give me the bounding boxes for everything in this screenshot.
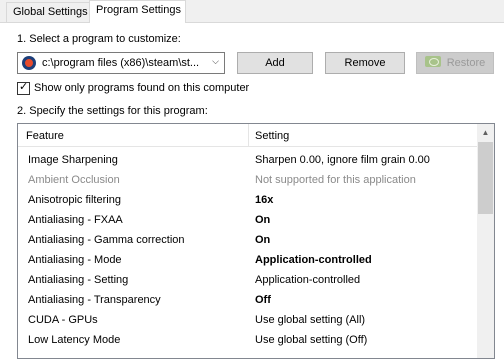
setting-cell[interactable]: Use global setting (All): [255, 314, 365, 326]
remove-button[interactable]: Remove: [325, 52, 405, 74]
program-settings-panel: 1. Select a program to customize: c:\pro…: [0, 22, 504, 360]
chevron-down-icon[interactable]: ⌵: [212, 56, 219, 67]
feature-cell: Low Latency Mode: [28, 334, 121, 346]
table-row[interactable]: Antialiasing - Setting Application-contr…: [18, 271, 478, 291]
scrollbar-thumb[interactable]: [478, 142, 493, 214]
restore-button[interactable]: Restore: [416, 52, 494, 74]
checkmark-icon: ✓: [19, 81, 29, 93]
select-program-label: 1. Select a program to customize:: [17, 33, 181, 45]
setting-cell: Not supported for this application: [255, 174, 416, 186]
column-header-feature[interactable]: Feature: [26, 130, 64, 142]
setting-cell[interactable]: Off: [255, 294, 271, 306]
program-select-value: c:\program files (x86)\steam\st...: [42, 57, 200, 69]
table-row[interactable]: Antialiasing - Mode Application-controll…: [18, 251, 478, 271]
feature-cell: Anisotropic filtering: [28, 194, 121, 206]
specify-settings-label: 2. Specify the settings for this program…: [17, 105, 208, 117]
table-row[interactable]: Image Sharpening Sharpen 0.00, ignore fi…: [18, 151, 478, 171]
vertical-scrollbar[interactable]: ▲: [477, 124, 494, 358]
nvidia-logo-icon: [424, 56, 441, 67]
feature-cell: Antialiasing - Transparency: [28, 294, 161, 306]
scroll-up-arrow-icon[interactable]: ▲: [477, 124, 494, 141]
feature-cell: Antialiasing - Gamma correction: [28, 234, 185, 246]
program-select[interactable]: c:\program files (x86)\steam\st... ⌵: [17, 52, 225, 74]
grid-header: Feature Setting: [18, 124, 478, 147]
setting-cell[interactable]: 16x: [255, 194, 273, 206]
feature-cell: Ambient Occlusion: [28, 174, 120, 186]
restore-button-label: Restore: [446, 57, 486, 69]
feature-cell: Image Sharpening: [28, 154, 118, 166]
setting-cell[interactable]: On: [255, 214, 270, 226]
table-row[interactable]: Anisotropic filtering 16x: [18, 191, 478, 211]
show-only-found-checkbox[interactable]: ✓: [17, 81, 30, 95]
table-row[interactable]: Antialiasing - FXAA On: [18, 211, 478, 231]
column-header-setting[interactable]: Setting: [255, 130, 289, 142]
feature-cell: Antialiasing - FXAA: [28, 214, 123, 226]
setting-cell[interactable]: Application-controlled: [255, 274, 360, 286]
setting-cell[interactable]: Application-controlled: [255, 254, 372, 266]
feature-cell: CUDA - GPUs: [28, 314, 98, 326]
grid-rows: Image Sharpening Sharpen 0.00, ignore fi…: [18, 151, 478, 351]
tab-strip: Global Settings Program Settings: [0, 0, 504, 23]
tab-program-settings[interactable]: Program Settings: [89, 0, 186, 23]
table-row[interactable]: Antialiasing - Transparency Off: [18, 291, 478, 311]
setting-cell[interactable]: Use global setting (Off): [255, 334, 367, 346]
settings-grid: Feature Setting Image Sharpening Sharpen…: [17, 123, 495, 359]
tab-global-settings[interactable]: Global Settings: [6, 2, 90, 23]
steam-program-icon: [22, 56, 36, 70]
show-only-found-label[interactable]: Show only programs found on this compute…: [34, 82, 249, 94]
table-row[interactable]: Ambient Occlusion Not supported for this…: [18, 171, 478, 191]
add-button[interactable]: Add: [237, 52, 313, 74]
table-row[interactable]: Antialiasing - Gamma correction On: [18, 231, 478, 251]
table-row[interactable]: Low Latency Mode Use global setting (Off…: [18, 331, 478, 351]
table-row[interactable]: CUDA - GPUs Use global setting (All): [18, 311, 478, 331]
feature-cell: Antialiasing - Mode: [28, 254, 122, 266]
setting-cell[interactable]: Sharpen 0.00, ignore film grain 0.00: [255, 154, 430, 166]
feature-cell: Antialiasing - Setting: [28, 274, 129, 286]
setting-cell[interactable]: On: [255, 234, 270, 246]
column-separator[interactable]: [248, 124, 249, 147]
